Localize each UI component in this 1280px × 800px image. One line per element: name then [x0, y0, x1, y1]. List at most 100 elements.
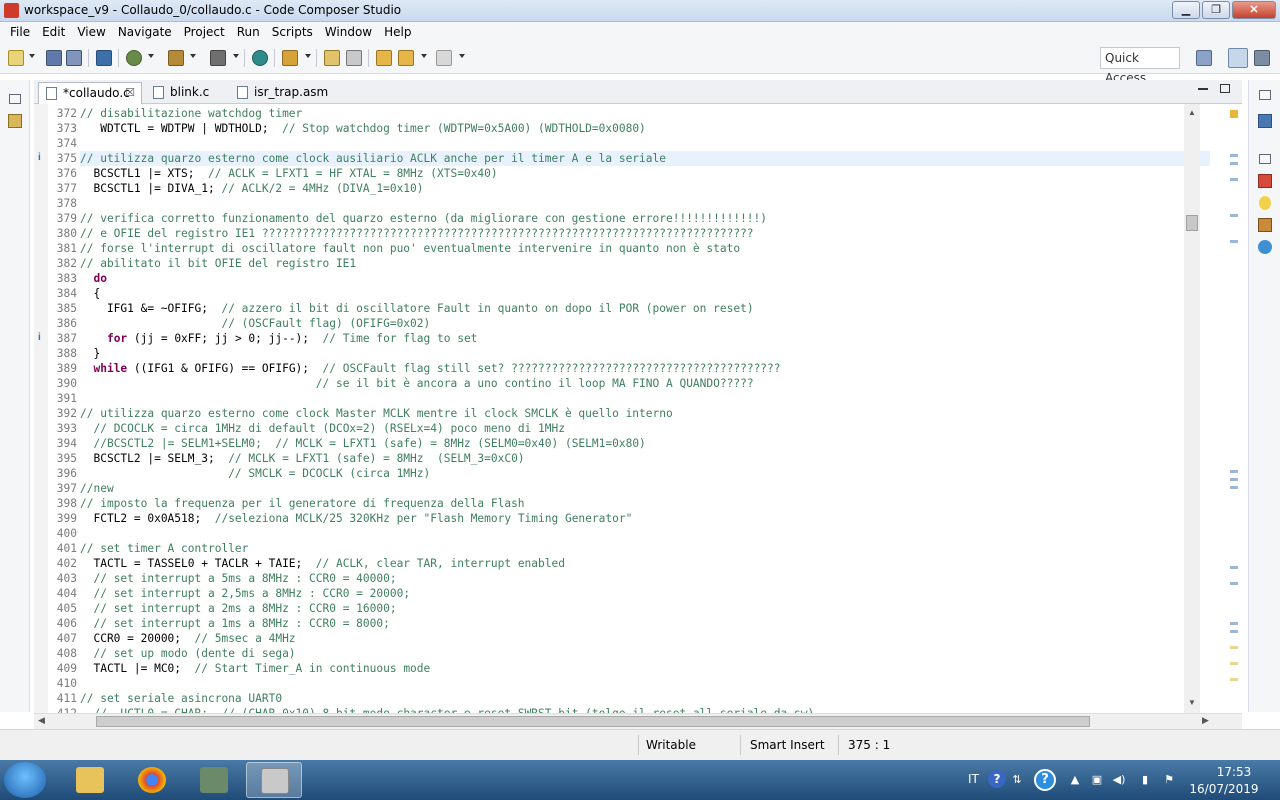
close-window-button[interactable]: ✕: [1232, 1, 1276, 19]
code-line[interactable]: // set interrupt a 2ms a 8MHz : CCR0 = 1…: [80, 601, 1210, 616]
code-line[interactable]: while ((IFG1 & OFIFG) == OFIFG); // OSCF…: [80, 361, 1210, 376]
wand-dropdown-icon[interactable]: [305, 54, 311, 58]
volume-icon[interactable]: ◀): [1112, 773, 1126, 787]
code-line[interactable]: {: [80, 286, 1210, 301]
code-line[interactable]: [80, 196, 1210, 211]
code-text[interactable]: // disabilitazione watchdog timer WDTCTL…: [80, 106, 1210, 713]
vertical-scroll-thumb[interactable]: [1186, 215, 1198, 231]
menu-help[interactable]: Help: [378, 25, 417, 39]
horizontal-scroll-thumb[interactable]: [96, 716, 1090, 727]
code-line[interactable]: CCR0 = 20000; // 5msec a 4MHz: [80, 631, 1210, 646]
show-hidden-icons-icon[interactable]: ▲: [1068, 773, 1082, 787]
menu-view[interactable]: View: [71, 25, 111, 39]
network-indicator-icon[interactable]: ⇅: [1010, 773, 1024, 787]
maximize-editor-icon[interactable]: [1220, 84, 1230, 93]
code-editor[interactable]: i i 372 373 374 375 376 377 378 379 380 381 382 383…: [34, 104, 1242, 713]
tab-collaudo-c[interactable]: *collaudo.c ☒: [38, 82, 142, 104]
new-dropdown-icon[interactable]: [29, 54, 35, 58]
occurrence-marker[interactable]: [1230, 566, 1238, 569]
debug-perspective-icon[interactable]: [1254, 50, 1270, 66]
build-icon[interactable]: [168, 50, 184, 66]
scroll-right-icon[interactable]: ▶: [1202, 715, 1209, 726]
scroll-left-icon[interactable]: ◀: [38, 715, 45, 726]
close-tab-icon[interactable]: ☒: [125, 83, 135, 103]
code-line[interactable]: [80, 391, 1210, 406]
code-line[interactable]: BCSCTL1 |= XTS; // ACLK = LFXT1 = HF XTA…: [80, 166, 1210, 181]
occurrence-marker[interactable]: [1230, 240, 1238, 243]
occurrence-marker[interactable]: [1230, 478, 1238, 481]
save-icon[interactable]: [46, 50, 62, 66]
code-line[interactable]: // se il bit è ancora a uno contino il l…: [80, 376, 1210, 391]
restore-icon[interactable]: [1259, 90, 1271, 100]
occurrence-marker[interactable]: [1230, 178, 1238, 181]
occurrence-marker[interactable]: [1230, 582, 1238, 585]
project-explorer-icon[interactable]: [8, 114, 22, 128]
search-icon[interactable]: [252, 50, 268, 66]
help-circle-icon[interactable]: ?: [1034, 769, 1056, 791]
occurrence-marker[interactable]: [1230, 486, 1238, 489]
code-line[interactable]: // verifica corretto funzionamento del q…: [80, 211, 1210, 226]
menu-window[interactable]: Window: [319, 25, 378, 39]
scroll-up-icon[interactable]: ▲: [1188, 108, 1196, 117]
maximize-button[interactable]: ❐: [1202, 1, 1230, 19]
occurrence-marker[interactable]: [1230, 678, 1238, 681]
code-line[interactable]: TACTL = TASSEL0 + TACLR + TAIE; // ACLK,…: [80, 556, 1210, 571]
help-icon[interactable]: ?: [988, 770, 1006, 788]
occurrence-marker[interactable]: [1230, 630, 1238, 633]
hammer-icon[interactable]: [210, 50, 226, 66]
menu-file[interactable]: File: [4, 25, 36, 39]
tab-isr-trap-asm[interactable]: isr_trap.asm: [230, 82, 340, 104]
taskbar-chrome[interactable]: [124, 762, 180, 798]
horizontal-scrollbar[interactable]: ◀ ▶: [34, 713, 1242, 729]
code-line[interactable]: //BCSCTL2 |= SELM1+SELM0; // MCLK = LFXT…: [80, 436, 1210, 451]
taskbar-explorer[interactable]: [62, 762, 118, 798]
build-dropdown-icon[interactable]: [190, 54, 196, 58]
clock-date[interactable]: 16/07/2019: [1188, 782, 1260, 796]
forward-dropdown-icon[interactable]: [459, 54, 465, 58]
back-arrow-icon[interactable]: [398, 50, 414, 66]
code-line[interactable]: // SMCLK = DCOCLK (circa 1MHz): [80, 466, 1210, 481]
code-line[interactable]: for (jj = 0xFF; jj > 0; jj--); // Time f…: [80, 331, 1210, 346]
code-line[interactable]: // UCTL0 = CHAR; // (CHAR 0x10) 8 bit mo…: [80, 706, 1210, 713]
menu-navigate[interactable]: Navigate: [112, 25, 178, 39]
outline-icon[interactable]: [1258, 114, 1272, 128]
annotation-icon[interactable]: [324, 50, 340, 66]
warning-marker-icon[interactable]: [1230, 110, 1238, 118]
restore-icon[interactable]: [1259, 154, 1271, 164]
forward-arrow-icon[interactable]: [436, 50, 452, 66]
occurrence-marker[interactable]: [1230, 162, 1238, 165]
code-line[interactable]: // set seriale asincrona UART0: [80, 691, 1210, 706]
wand-icon[interactable]: [282, 50, 298, 66]
terminal-icon[interactable]: [96, 50, 112, 66]
quick-access-input[interactable]: Quick Access: [1100, 47, 1180, 85]
overview-ruler[interactable]: [1227, 104, 1241, 713]
code-line[interactable]: // utilizza quarzo esterno come clock Ma…: [80, 406, 1210, 421]
code-line[interactable]: }: [80, 346, 1210, 361]
new-file-icon[interactable]: [8, 50, 24, 66]
code-line[interactable]: // abilitato il bit OFIE del registro IE…: [80, 256, 1210, 271]
code-line[interactable]: // forse l'interrupt di oscillatore faul…: [80, 241, 1210, 256]
menu-project[interactable]: Project: [178, 25, 231, 39]
minimize-editor-icon[interactable]: [1198, 88, 1208, 90]
code-line[interactable]: // disabilitazione watchdog timer: [80, 106, 1210, 121]
settings-dropdown-icon[interactable]: [148, 54, 154, 58]
code-line[interactable]: FCTL2 = 0x0A518; //seleziona MCLK/25 320…: [80, 511, 1210, 526]
code-line[interactable]: WDTCTL = WDTPW | WDTHOLD; // Stop watchd…: [80, 121, 1210, 136]
code-line[interactable]: [80, 136, 1210, 151]
language-indicator[interactable]: IT: [968, 772, 979, 786]
globe-icon[interactable]: [1258, 240, 1272, 254]
edit-perspective-icon[interactable]: [1228, 48, 1248, 68]
code-line[interactable]: IFG1 &= ~OFIFG; // azzero il bit di osci…: [80, 301, 1210, 316]
flag-icon[interactable]: ⚑: [1162, 773, 1176, 787]
menu-scripts[interactable]: Scripts: [266, 25, 319, 39]
code-line[interactable]: // set up modo (dente di sega): [80, 646, 1210, 661]
occurrence-marker[interactable]: [1230, 154, 1238, 157]
code-line[interactable]: BCSCTL2 |= SELM_3; // MCLK = LFXT1 (safe…: [80, 451, 1210, 466]
vertical-scrollbar[interactable]: ▲ ▼: [1184, 104, 1200, 713]
back-dropdown-icon[interactable]: [421, 54, 427, 58]
code-line[interactable]: [80, 526, 1210, 541]
taskbar-ccs[interactable]: [246, 762, 302, 798]
code-line[interactable]: do: [80, 271, 1210, 286]
gear-icon[interactable]: [126, 50, 142, 66]
occurrence-marker[interactable]: [1230, 214, 1238, 217]
